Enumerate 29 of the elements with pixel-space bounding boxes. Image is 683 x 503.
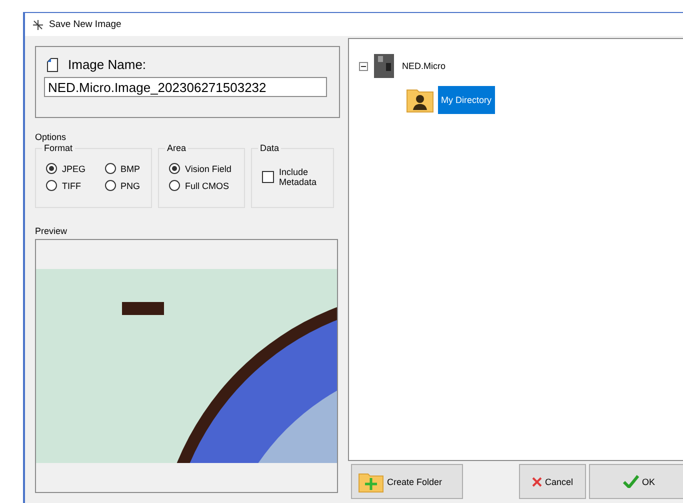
tree-item[interactable]: NED.Micro <box>400 59 448 73</box>
options-label: Options <box>35 132 68 142</box>
radio-option[interactable]: BMP <box>104 163 145 174</box>
user-folder-icon <box>406 87 434 113</box>
image-name-field[interactable]: NED.Micro.Image_202306271503232 <box>44 77 327 97</box>
radio-option[interactable]: Vision Field <box>169 163 238 174</box>
group-label: Format <box>42 143 75 153</box>
image-name-label: Image Name: <box>68 57 146 72</box>
app-icon <box>33 20 43 30</box>
checkbox[interactable] <box>262 171 274 183</box>
radio-option[interactable]: TIFF <box>46 180 90 191</box>
create-button[interactable]: Create Folder <box>351 464 463 499</box>
ok-button[interactable]: OK <box>589 464 683 499</box>
radio-option[interactable]: JPEG <box>46 163 90 174</box>
document-icon <box>47 58 58 72</box>
radio-option[interactable]: Full CMOS <box>169 180 238 191</box>
group-label: Area <box>165 143 188 153</box>
collapse-icon[interactable] <box>359 62 368 70</box>
folder-plus-icon <box>358 470 384 492</box>
window-title: Save New Image <box>49 19 122 30</box>
cancel-button[interactable]: Cancel <box>519 464 586 499</box>
group-label: Data <box>258 143 282 153</box>
checkmark-icon <box>622 475 639 488</box>
tree-item[interactable]: My Directory <box>438 86 495 114</box>
checkbox-label[interactable]: Include Metadata <box>279 167 319 187</box>
device-icon <box>372 53 396 79</box>
x-icon <box>532 476 542 486</box>
preview-label: Preview <box>35 226 68 236</box>
radio-option[interactable]: PNG <box>104 180 145 191</box>
